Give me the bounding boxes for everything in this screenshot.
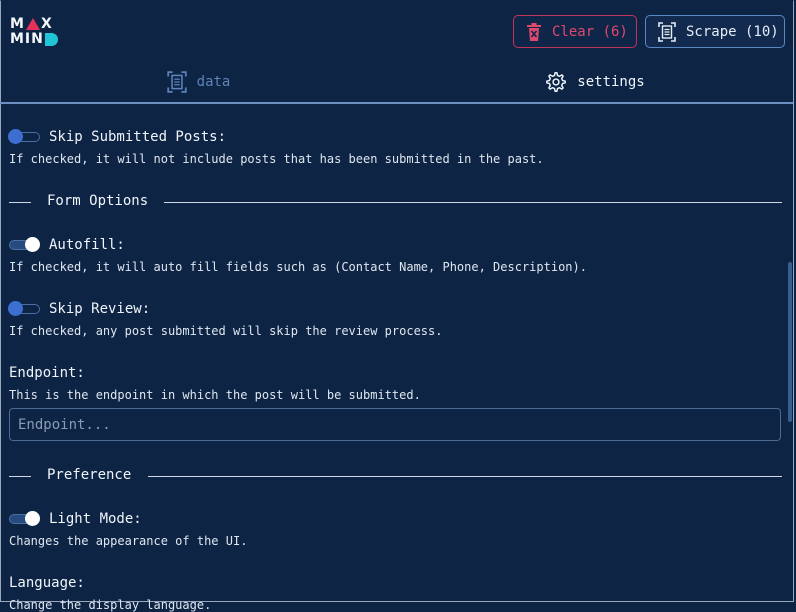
gear-icon <box>546 72 567 92</box>
logo-d-shape <box>44 33 58 46</box>
tab-data-label: data <box>196 74 231 90</box>
section-preference: Preference <box>9 467 782 487</box>
skip-submitted-title: Skip Submitted Posts: <box>49 129 227 145</box>
autofill-toggle[interactable] <box>9 236 40 252</box>
skip-review-title: Skip Review: <box>49 301 151 317</box>
light-mode-title: Light Mode: <box>49 511 142 527</box>
endpoint-input[interactable] <box>9 408 781 441</box>
scan-document-icon <box>658 21 676 42</box>
toggle-knob <box>25 236 40 252</box>
tab-settings[interactable]: settings <box>397 62 793 104</box>
trash-icon <box>527 22 541 41</box>
skip-review-desc: If checked, any post submitted will skip… <box>9 324 443 338</box>
skip-review-toggle[interactable] <box>8 300 40 316</box>
autofill-title: Autofill: <box>49 237 125 253</box>
endpoint-title: Endpoint: <box>9 365 85 381</box>
skip-submitted-desc: If checked, it will not include posts th… <box>9 152 544 166</box>
skip-submitted-toggle[interactable] <box>8 128 40 144</box>
light-mode-toggle[interactable] <box>9 510 40 526</box>
tab-bar: data settings <box>0 62 796 104</box>
scan-document-icon <box>166 71 187 93</box>
divider <box>148 476 782 477</box>
toggle-knob <box>25 510 40 526</box>
scrape-button-label: Scrape (10) <box>686 23 779 40</box>
section-form-options: Form Options <box>9 193 782 213</box>
logo-triangle <box>25 18 40 30</box>
clear-button-label: Clear (6) <box>552 23 628 40</box>
section-title: Preference <box>47 467 132 483</box>
language-desc: Change the display language. <box>9 598 212 612</box>
tab-settings-label: settings <box>577 74 645 90</box>
scrape-button[interactable]: Scrape (10) <box>645 15 785 48</box>
endpoint-desc: This is the endpoint in which the post w… <box>9 388 421 402</box>
toggle-knob <box>8 300 23 316</box>
light-mode-desc: Changes the appearance of the UI. <box>9 534 248 548</box>
divider <box>9 202 31 203</box>
divider <box>164 202 782 203</box>
divider <box>9 476 31 477</box>
scrollbar[interactable] <box>788 262 792 422</box>
logo: MX MIN <box>10 17 66 49</box>
header: MX MIN Clear (6) Scrape (10) <box>0 0 796 62</box>
clear-button[interactable]: Clear (6) <box>513 15 637 48</box>
tab-data[interactable]: data <box>0 62 397 104</box>
section-title: Form Options <box>47 193 149 209</box>
toggle-knob <box>8 128 23 144</box>
autofill-desc: If checked, it will auto fill fields suc… <box>9 260 587 274</box>
language-title: Language: <box>9 575 85 591</box>
